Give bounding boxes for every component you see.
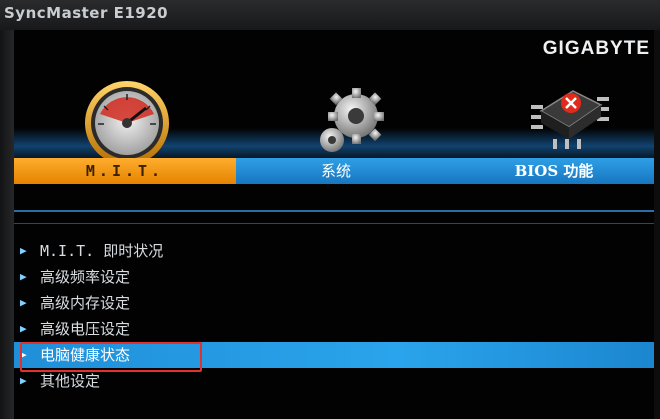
triangle-right-icon: ▶: [20, 270, 27, 283]
annotation-highlight-box: [20, 342, 202, 372]
tab-mit[interactable]: M.I.T.: [14, 158, 236, 184]
monitor-bezel-top: SyncMaster E1920: [0, 0, 660, 34]
triangle-right-icon: ▶: [20, 322, 27, 335]
menu-item-advanced-voltage[interactable]: ▶ 高级电压设定: [14, 316, 654, 342]
bios-screen: GIGABYTE M.I.T. 系统 BIOS 功能 ▶ M.I.T. 即时状况…: [14, 30, 654, 419]
divider: [14, 223, 654, 224]
menu-item-label: 高级频率设定: [40, 268, 131, 286]
tab-bios-features[interactable]: BIOS 功能: [454, 158, 654, 184]
divider: [14, 210, 654, 212]
menu-item-advanced-frequency[interactable]: ▶ 高级频率设定: [14, 264, 654, 290]
triangle-right-icon: ▶: [20, 296, 27, 309]
monitor-bezel-left: [0, 30, 14, 419]
gear-icon[interactable]: [314, 82, 388, 156]
brand-logo: GIGABYTE: [542, 38, 650, 59]
monitor-model-label: SyncMaster E1920: [4, 4, 169, 22]
menu-item-advanced-memory[interactable]: ▶ 高级内存设定: [14, 290, 654, 316]
speedometer-icon[interactable]: [82, 78, 172, 168]
menu-item-label: 高级电压设定: [40, 320, 131, 338]
menu-item-label: 高级内存设定: [40, 294, 131, 312]
chip-icon[interactable]: [519, 75, 619, 155]
menu-item-realtime-status[interactable]: ▶ M.I.T. 即时状况: [14, 238, 654, 264]
menu-item-label: 其他设定: [40, 372, 101, 390]
menu-item-label: M.I.T. 即时状况: [40, 242, 164, 260]
tab-system[interactable]: 系统: [236, 158, 436, 184]
monitor-bezel-right: [654, 30, 660, 419]
triangle-right-icon: ▶: [20, 244, 27, 257]
